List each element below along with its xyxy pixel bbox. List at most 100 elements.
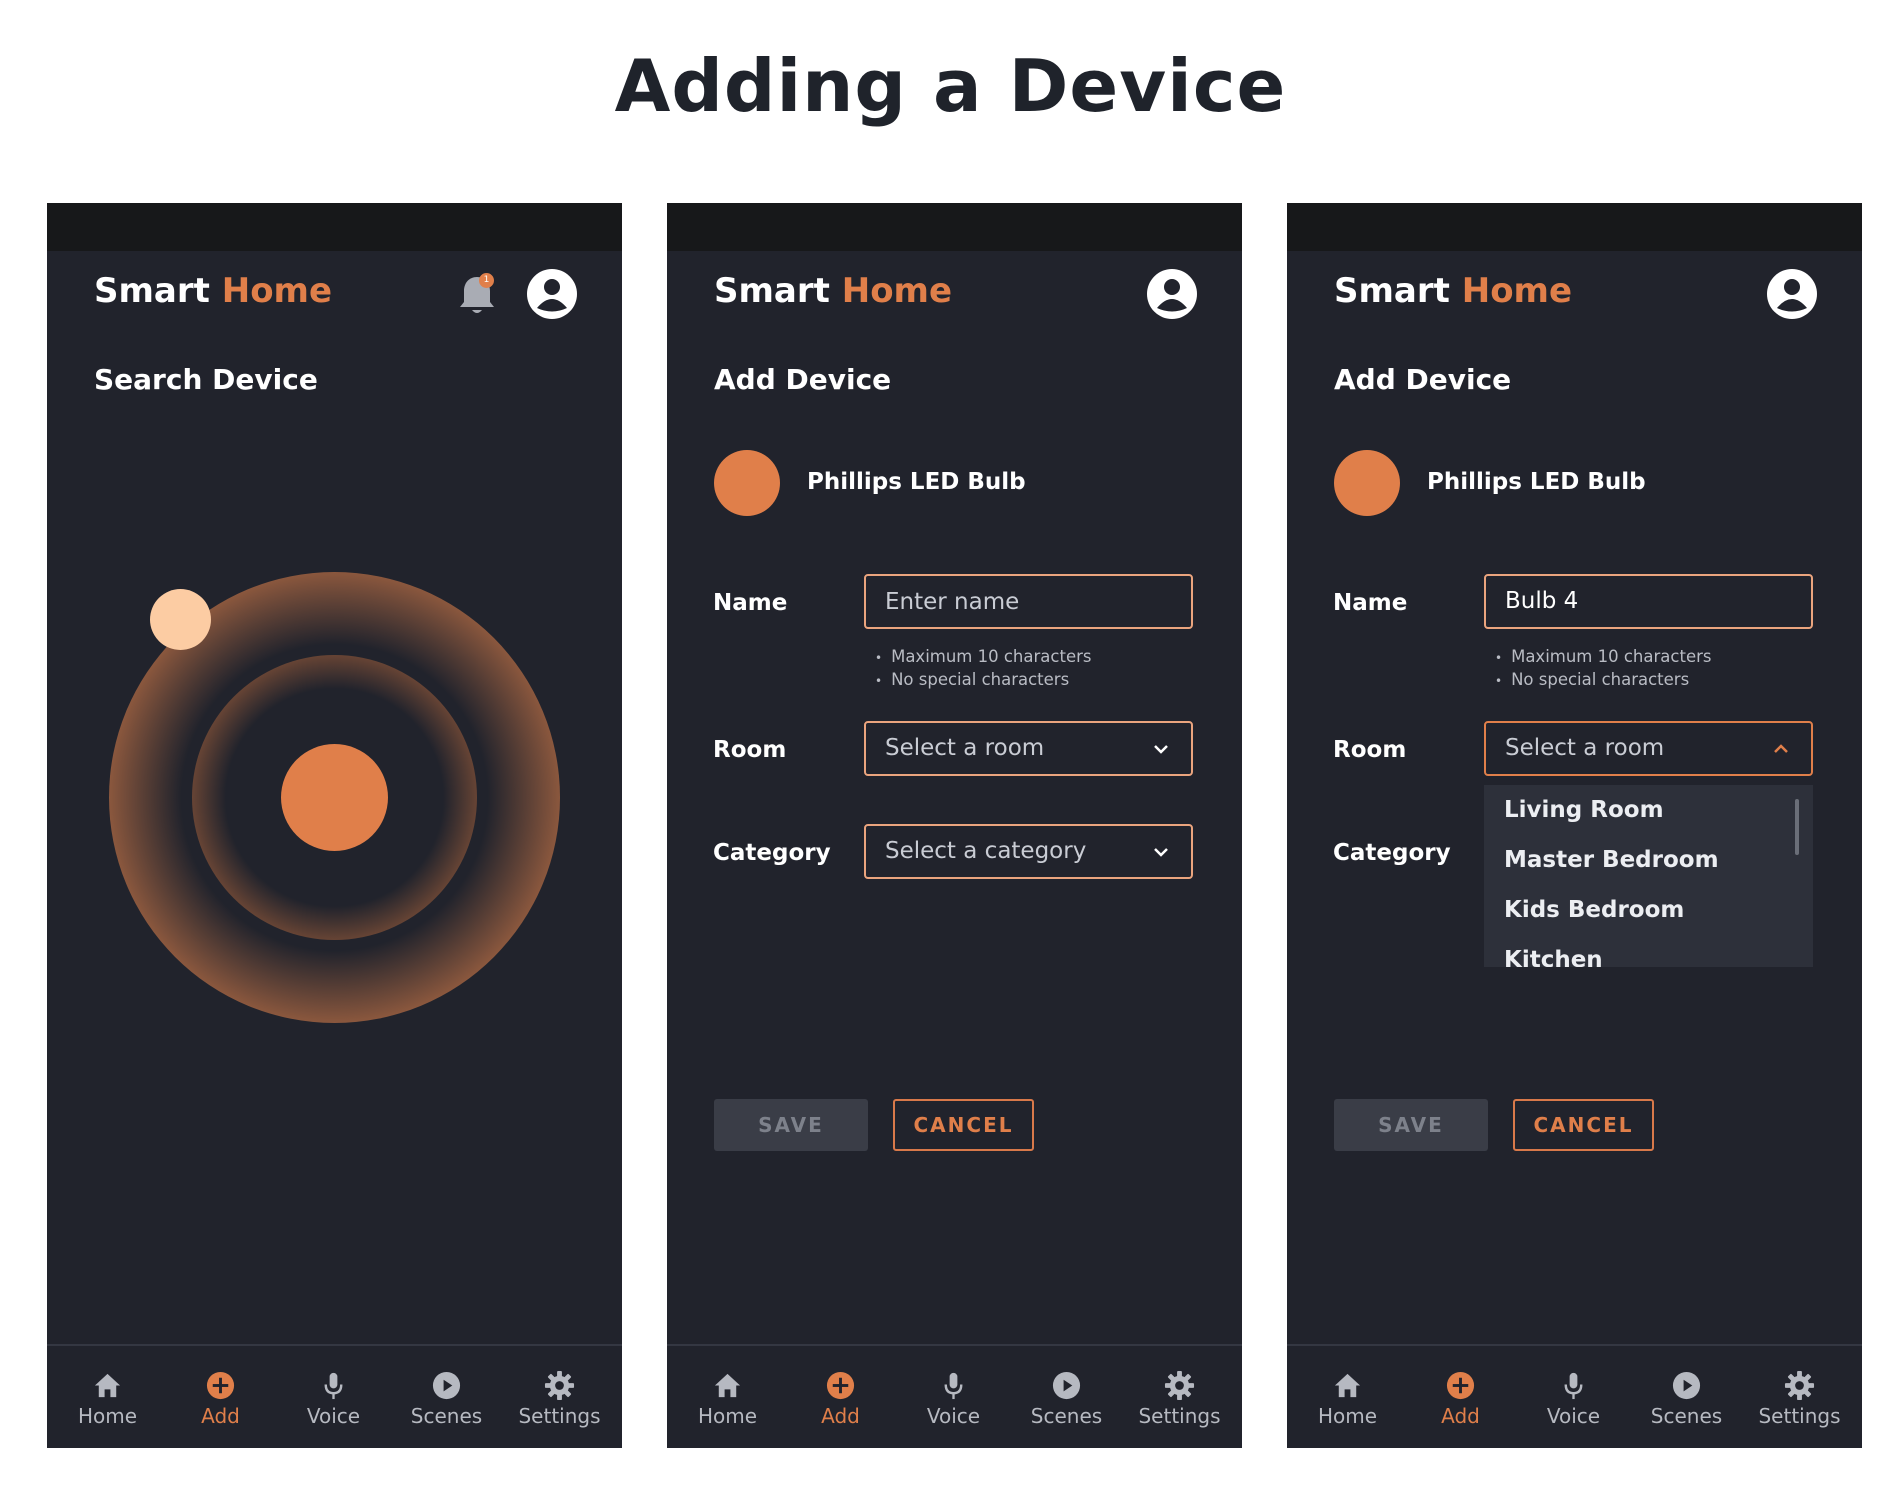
- nav-label: Voice: [926, 1404, 981, 1428]
- found-device-dot[interactable]: [150, 589, 211, 650]
- app-title-smart: Smart: [94, 271, 210, 311]
- dropdown-option-living-room[interactable]: Living Room: [1504, 797, 1664, 823]
- gear-icon: [1784, 1370, 1815, 1401]
- nav-label: Settings: [1758, 1404, 1841, 1428]
- device-name: Phillips LED Bulb: [1427, 469, 1646, 495]
- nav-item-home[interactable]: Home: [50, 1346, 165, 1448]
- name-input[interactable]: Bulb 4: [1484, 574, 1813, 629]
- nav-item-scenes[interactable]: Scenes: [1629, 1346, 1744, 1448]
- profile-avatar-icon[interactable]: [1766, 268, 1818, 320]
- nav-label: Add: [201, 1404, 240, 1428]
- nav-item-add[interactable]: Add: [1403, 1346, 1518, 1448]
- room-select[interactable]: Select a room: [1484, 721, 1813, 776]
- nav-item-voice[interactable]: Voice: [896, 1346, 1011, 1448]
- room-select[interactable]: Select a room: [864, 721, 1193, 776]
- name-label: Name: [713, 590, 788, 616]
- save-button[interactable]: SAVE: [714, 1099, 868, 1151]
- hint-item: No special characters: [1495, 669, 1711, 692]
- nav-item-home[interactable]: Home: [670, 1346, 785, 1448]
- app-title-home: Home: [1461, 271, 1573, 311]
- profile-avatar-icon[interactable]: [1146, 268, 1198, 320]
- home-icon: [94, 1373, 121, 1398]
- chevron-down-icon: [1154, 848, 1168, 857]
- section-title: Search Device: [94, 363, 318, 396]
- section-title: Add Device: [1334, 363, 1512, 396]
- play-circle-icon: [432, 1371, 461, 1400]
- hint-item: Maximum 10 characters: [1495, 646, 1711, 669]
- device-name: Phillips LED Bulb: [807, 469, 1026, 495]
- bottom-nav: Home Add Voice Scenes Settings: [667, 1344, 1242, 1448]
- nav-label: Settings: [518, 1404, 601, 1428]
- notification-badge: 1: [479, 273, 494, 288]
- add-circle-icon: [206, 1371, 235, 1400]
- nav-item-scenes[interactable]: Scenes: [1009, 1346, 1124, 1448]
- home-icon: [714, 1373, 741, 1398]
- status-bar: [47, 203, 622, 251]
- nav-item-add[interactable]: Add: [163, 1346, 278, 1448]
- nav-item-settings[interactable]: Settings: [1122, 1346, 1237, 1448]
- nav-item-settings[interactable]: Settings: [1742, 1346, 1857, 1448]
- category-label: Category: [1333, 840, 1451, 866]
- app-title-smart: Smart: [1334, 271, 1450, 311]
- nav-label: Home: [1317, 1404, 1378, 1428]
- play-circle-icon: [1672, 1371, 1701, 1400]
- nav-item-voice[interactable]: Voice: [1516, 1346, 1631, 1448]
- add-circle-icon: [1446, 1371, 1475, 1400]
- nav-item-home[interactable]: Home: [1290, 1346, 1405, 1448]
- nav-item-add[interactable]: Add: [783, 1346, 898, 1448]
- screen-search-device: Smart Home 1 Search Device Home Add Voic…: [47, 203, 622, 1448]
- room-dropdown-list[interactable]: Living Room Master Bedroom Kids Bedroom …: [1484, 785, 1813, 967]
- nav-label: Home: [77, 1404, 138, 1428]
- nav-item-settings[interactable]: Settings: [502, 1346, 617, 1448]
- dropdown-scrollbar[interactable]: [1795, 799, 1799, 855]
- profile-avatar-icon[interactable]: [526, 268, 578, 320]
- nav-item-voice[interactable]: Voice: [276, 1346, 391, 1448]
- nav-label: Scenes: [1030, 1404, 1103, 1428]
- nav-label: Add: [821, 1404, 860, 1428]
- device-color-swatch: [1334, 450, 1400, 516]
- room-label: Room: [1333, 737, 1407, 763]
- app-title: Smart Home: [1334, 271, 1572, 311]
- dropdown-option-kitchen[interactable]: Kitchen: [1504, 947, 1603, 967]
- hint-item: Maximum 10 characters: [875, 646, 1091, 669]
- microphone-icon: [944, 1372, 963, 1400]
- section-title: Add Device: [714, 363, 892, 396]
- bottom-nav: Home Add Voice Scenes Settings: [47, 1344, 622, 1448]
- nav-label: Home: [697, 1404, 758, 1428]
- microphone-icon: [1564, 1372, 1583, 1400]
- category-label: Category: [713, 840, 831, 866]
- gear-icon: [544, 1370, 575, 1401]
- save-button[interactable]: SAVE: [1334, 1099, 1488, 1151]
- add-circle-icon: [826, 1371, 855, 1400]
- gear-icon: [1164, 1370, 1195, 1401]
- app-title-home: Home: [221, 271, 333, 311]
- nav-label: Voice: [306, 1404, 361, 1428]
- category-select[interactable]: Select a category: [864, 824, 1193, 879]
- status-bar: [1287, 203, 1862, 251]
- radar-center: [281, 744, 388, 851]
- play-circle-icon: [1052, 1371, 1081, 1400]
- cancel-button[interactable]: CANCEL: [893, 1099, 1034, 1151]
- chevron-up-icon: [1774, 744, 1788, 753]
- screen-add-device-dropdown: Smart Home Add Device Phillips LED Bulb …: [1287, 203, 1862, 1448]
- bottom-nav: Home Add Voice Scenes Settings: [1287, 1344, 1862, 1448]
- name-label: Name: [1333, 590, 1408, 616]
- app-title: Smart Home: [94, 271, 332, 311]
- status-bar: [667, 203, 1242, 251]
- nav-label: Voice: [1546, 1404, 1601, 1428]
- cancel-button[interactable]: CANCEL: [1513, 1099, 1654, 1151]
- category-select-value: Select a category: [885, 838, 1087, 864]
- nav-label: Scenes: [410, 1404, 483, 1428]
- nav-item-scenes[interactable]: Scenes: [389, 1346, 504, 1448]
- dropdown-option-master-bedroom[interactable]: Master Bedroom: [1504, 847, 1719, 873]
- name-input[interactable]: [864, 574, 1193, 629]
- chevron-down-icon: [1154, 745, 1168, 754]
- app-title-smart: Smart: [714, 271, 830, 311]
- dropdown-option-kids-bedroom[interactable]: Kids Bedroom: [1504, 897, 1684, 923]
- nav-label: Settings: [1138, 1404, 1221, 1428]
- home-icon: [1334, 1373, 1361, 1398]
- notification-bell-icon[interactable]: 1: [455, 271, 499, 319]
- nav-label: Add: [1441, 1404, 1480, 1428]
- microphone-icon: [324, 1372, 343, 1400]
- device-color-swatch: [714, 450, 780, 516]
